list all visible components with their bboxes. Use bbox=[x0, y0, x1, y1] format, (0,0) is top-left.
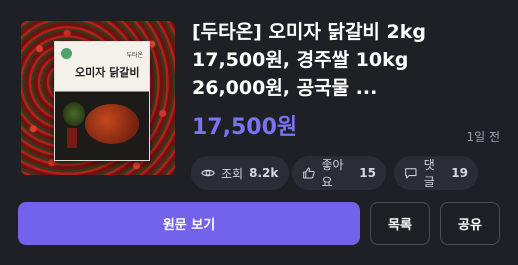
eye-icon bbox=[201, 169, 215, 177]
list-button[interactable]: 목록 bbox=[370, 202, 430, 245]
comment-icon bbox=[405, 168, 417, 179]
views-count: 8.2k bbox=[249, 166, 279, 180]
thumbs-up-icon bbox=[303, 167, 315, 179]
deal-card: 두타온 오미자 닭갈비 [두타온] 오미자 닭갈비 2kg 17,500원, 경… bbox=[0, 0, 518, 265]
package-brand-text: 두타온 bbox=[126, 52, 143, 59]
comments-count: 19 bbox=[451, 166, 468, 180]
drink-glass bbox=[67, 128, 77, 148]
comments-stat[interactable]: 댓글 19 bbox=[394, 156, 478, 190]
view-original-button[interactable]: 원문 보기 bbox=[18, 202, 360, 245]
food-plate bbox=[85, 104, 139, 144]
product-thumbnail[interactable]: 두타온 오미자 닭갈비 bbox=[21, 21, 175, 175]
herb-garnish bbox=[63, 102, 85, 126]
brand-logo bbox=[61, 48, 72, 59]
views-label: 조회 bbox=[221, 166, 244, 181]
share-button[interactable]: 공유 bbox=[440, 202, 500, 245]
product-price: 17,500원 bbox=[192, 115, 298, 140]
product-title[interactable]: [두타온] 오미자 닭갈비 2kg 17,500원, 경주쌀 10kg 26,0… bbox=[192, 18, 502, 102]
product-package-image: 두타온 오미자 닭갈비 bbox=[54, 41, 150, 161]
comments-label: 댓글 bbox=[423, 158, 435, 189]
likes-count: 15 bbox=[359, 166, 376, 180]
posted-time: 1일 전 bbox=[466, 130, 500, 144]
likes-stat[interactable]: 좋아요 15 bbox=[292, 156, 386, 190]
likes-label: 좋아요 bbox=[321, 158, 344, 189]
views-stat: 조회 8.2k bbox=[191, 156, 289, 190]
package-title-text: 오미자 닭갈비 bbox=[75, 66, 140, 79]
